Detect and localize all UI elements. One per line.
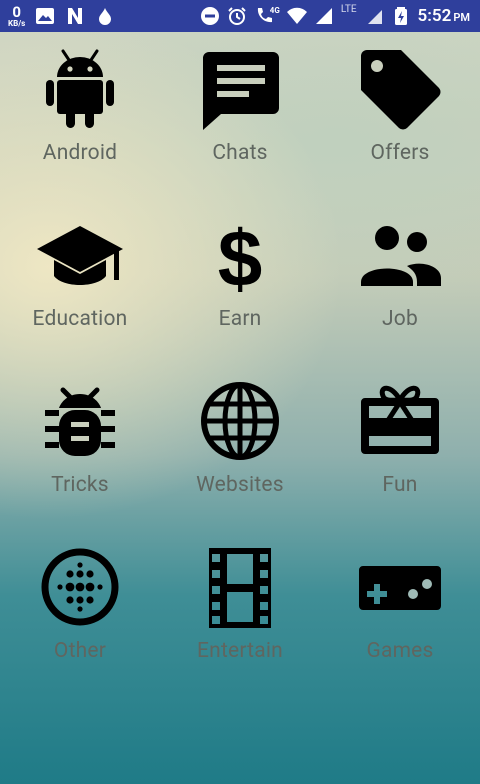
n-app-notification-icon <box>68 8 83 24</box>
category-label: Earn <box>218 307 262 331</box>
clock-ampm: PM <box>453 11 470 24</box>
signal-secondary-icon <box>367 10 382 24</box>
gamepad-icon <box>359 566 441 610</box>
category-label: Websites <box>196 473 284 497</box>
category-websites[interactable]: Websites <box>160 364 320 530</box>
category-tricks[interactable]: Tricks <box>0 364 160 530</box>
clock: 5:52 PM <box>418 6 470 26</box>
category-label: Offers <box>370 141 430 165</box>
do-not-disturb-icon <box>200 7 219 25</box>
people-icon <box>361 226 441 286</box>
category-label: Other <box>53 639 107 663</box>
dollar-icon: $ <box>218 214 263 298</box>
category-education[interactable]: Education <box>0 198 160 364</box>
drop-notification-icon <box>99 8 112 25</box>
battery-icon <box>394 7 407 25</box>
signal-icon <box>315 8 332 24</box>
network-type-4g: 4G <box>269 6 280 15</box>
bug-icon <box>45 387 115 456</box>
network-type-lte: LTE <box>340 4 357 15</box>
category-label: Education <box>32 307 128 331</box>
svg-text:$: $ <box>218 214 263 298</box>
category-job[interactable]: Job <box>320 198 480 364</box>
category-fun[interactable]: Fun <box>320 364 480 530</box>
chat-icon <box>203 52 279 130</box>
category-label: Tricks <box>51 473 109 497</box>
category-chats[interactable]: Chats <box>160 32 320 198</box>
tag-icon <box>361 50 441 130</box>
category-other[interactable]: Other <box>0 530 160 696</box>
film-strip-icon <box>209 548 271 628</box>
graduation-cap-icon <box>37 226 123 285</box>
category-label: Chats <box>212 141 268 165</box>
clock-time: 5:52 <box>417 6 452 26</box>
alarm-icon <box>228 7 246 25</box>
category-label: Games <box>366 639 434 663</box>
category-entertain[interactable]: Entertain <box>160 530 320 696</box>
android-icon <box>46 49 114 128</box>
network-speed: 0 KB/s <box>8 2 26 28</box>
category-android[interactable]: Android <box>0 32 160 198</box>
dots-circle-icon <box>41 548 119 626</box>
globe-icon <box>201 382 279 460</box>
category-label: Android <box>42 141 118 165</box>
network-speed-value: 0 <box>12 2 21 21</box>
network-speed-unit: KB/s <box>8 18 26 28</box>
category-games[interactable]: Games <box>320 530 480 696</box>
category-earn[interactable]: $ Earn <box>160 198 320 364</box>
category-grid: Android Chats Offers Education $ Earn Jo… <box>0 32 480 696</box>
category-offers[interactable]: Offers <box>320 32 480 198</box>
wifi-icon <box>286 7 307 25</box>
category-label: Fun <box>382 473 418 497</box>
gift-card-icon <box>361 385 439 454</box>
category-label: Job <box>382 307 418 331</box>
status-bar: 0 KB/s 4G LTE 5:52 PM <box>0 0 480 32</box>
gallery-notification-icon <box>36 8 55 24</box>
category-label: Entertain <box>197 639 283 663</box>
